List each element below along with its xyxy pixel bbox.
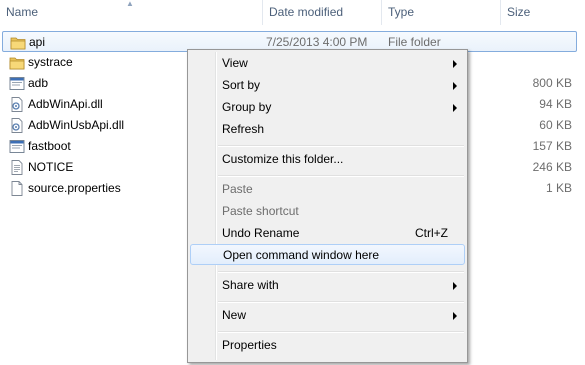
- context-menu: View Sort by Group by Refresh Customize …: [187, 49, 468, 363]
- menu-item-label: Properties: [222, 338, 277, 352]
- menu-separator: [218, 175, 464, 177]
- file-size: 60 KB: [539, 118, 572, 132]
- menu-item-label: Open command window here: [223, 248, 380, 262]
- dll-icon: [11, 97, 23, 112]
- folder-icon: [10, 37, 26, 50]
- menu-item-undo-rename[interactable]: Undo Rename Ctrl+Z: [190, 223, 465, 244]
- file-icon: [11, 181, 23, 196]
- file-size: 94 KB: [539, 97, 572, 111]
- menu-item-properties[interactable]: Properties: [190, 335, 465, 356]
- menu-item-label: View: [222, 56, 248, 70]
- menu-item-label: Share with: [222, 278, 279, 292]
- menu-separator: [218, 331, 464, 333]
- file-size: [503, 32, 573, 53]
- menu-separator: [218, 271, 464, 273]
- submenu-arrow-icon: [453, 312, 457, 320]
- text-file-icon: [11, 160, 23, 175]
- menu-item-share-with[interactable]: Share with: [190, 275, 465, 296]
- menu-item-label: Paste: [222, 182, 253, 196]
- file-size: 800 KB: [532, 76, 572, 90]
- menu-item-view[interactable]: View: [190, 53, 465, 74]
- menu-separator: [218, 145, 464, 147]
- menu-item-label: New: [222, 308, 247, 322]
- file-size: 157 KB: [532, 139, 572, 153]
- menu-item-label: Group by: [222, 100, 272, 114]
- column-header-type[interactable]: Type: [382, 0, 500, 25]
- menu-item-label: Customize this folder...: [222, 152, 344, 166]
- menu-item-open-command-window[interactable]: Open command window here: [190, 244, 465, 265]
- exe-icon: [9, 77, 25, 90]
- menu-item-label: Undo Rename: [222, 226, 300, 240]
- menu-item-refresh[interactable]: Refresh: [190, 119, 465, 140]
- menu-item-group-by[interactable]: Group by: [190, 97, 465, 118]
- file-size: 1 KB: [545, 181, 572, 195]
- folder-icon: [9, 57, 25, 70]
- menu-separator: [218, 301, 464, 303]
- file-explorer-view: ▲ Name Date modified Type Size api 7/25/…: [0, 0, 585, 365]
- column-header-name[interactable]: Name: [0, 0, 262, 25]
- menu-item-new[interactable]: New: [190, 305, 465, 326]
- menu-item-paste-shortcut: Paste shortcut: [190, 201, 465, 222]
- menu-item-customize-folder[interactable]: Customize this folder...: [190, 149, 465, 170]
- column-header: ▲ Name Date modified Type Size: [0, 0, 585, 25]
- menu-item-label: Sort by: [222, 78, 261, 92]
- menu-item-label: Refresh: [222, 122, 265, 136]
- menu-item-shortcut: Ctrl+Z: [415, 226, 448, 240]
- submenu-arrow-icon: [453, 60, 457, 68]
- column-header-date-modified[interactable]: Date modified: [263, 0, 381, 25]
- submenu-arrow-icon: [453, 104, 457, 112]
- column-header-size[interactable]: Size: [501, 0, 585, 25]
- menu-item-label: Paste shortcut: [222, 204, 299, 218]
- submenu-arrow-icon: [453, 82, 457, 90]
- exe-icon: [9, 140, 25, 153]
- dll-icon: [11, 118, 23, 133]
- submenu-arrow-icon: [453, 282, 457, 290]
- menu-item-sort-by[interactable]: Sort by: [190, 75, 465, 96]
- file-size: 246 KB: [532, 160, 572, 174]
- menu-item-paste: Paste: [190, 179, 465, 200]
